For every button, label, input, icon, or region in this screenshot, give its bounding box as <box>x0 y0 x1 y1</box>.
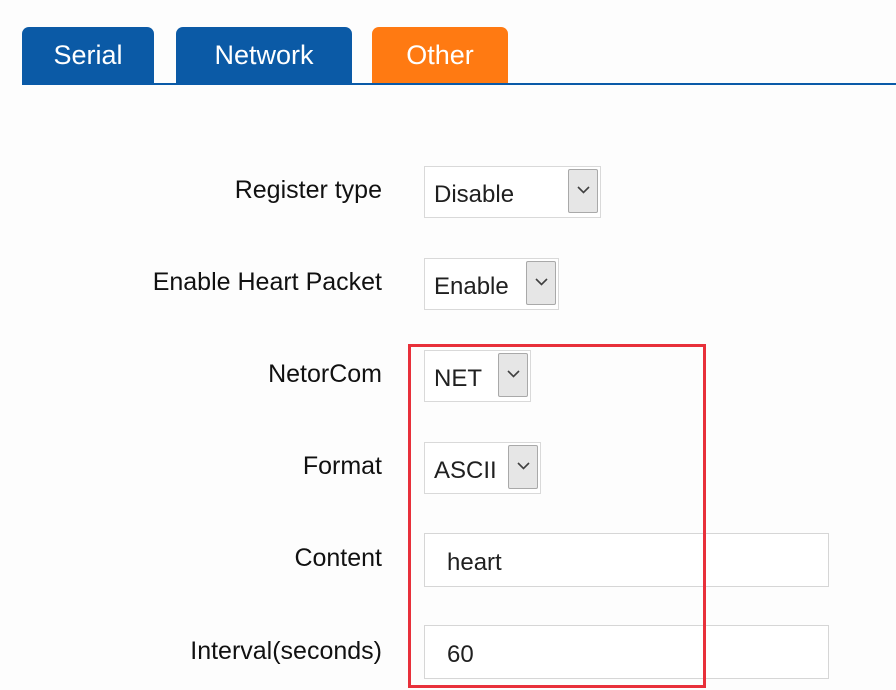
chevron-down-icon[interactable] <box>526 261 556 305</box>
enable-heart-packet-value: Enable <box>434 273 509 300</box>
tab-network[interactable]: Network <box>176 27 352 83</box>
register-type-label: Register type <box>234 176 382 204</box>
settings-page: Serial Network Other Register type Disab… <box>0 0 896 690</box>
chevron-down-icon[interactable] <box>568 169 598 213</box>
netorcom-label: NetorCom <box>268 360 382 388</box>
format-value: ASCII <box>434 457 497 484</box>
tab-serial[interactable]: Serial <box>22 27 154 83</box>
register-type-value: Disable <box>434 181 515 208</box>
tab-other[interactable]: Other <box>372 27 508 83</box>
chevron-down-icon[interactable] <box>508 445 538 489</box>
format-select[interactable]: ASCII <box>424 442 541 494</box>
interval-label: Interval(seconds) <box>190 637 382 665</box>
chevron-down-icon[interactable] <box>498 353 528 397</box>
enable-heart-packet-label: Enable Heart Packet <box>152 268 382 296</box>
tab-bar: Serial Network Other <box>22 27 896 85</box>
netorcom-value: NET <box>434 365 482 392</box>
format-label: Format <box>302 452 382 480</box>
netorcom-select[interactable]: NET <box>424 350 531 402</box>
content-input[interactable]: heart <box>424 533 829 587</box>
content-label: Content <box>294 544 382 572</box>
register-type-select[interactable]: Disable <box>424 166 601 218</box>
interval-input[interactable]: 60 <box>424 625 829 679</box>
content-input-value: heart <box>447 549 502 576</box>
interval-input-value: 60 <box>447 641 474 668</box>
enable-heart-packet-select[interactable]: Enable <box>424 258 559 310</box>
